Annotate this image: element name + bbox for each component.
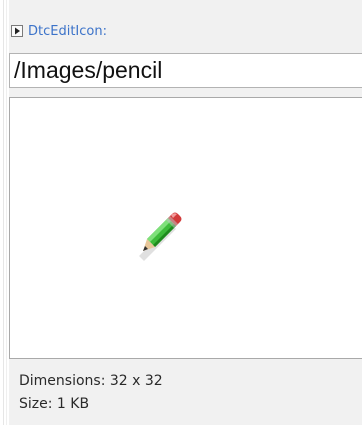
expand-triangle-icon[interactable] [11,25,23,37]
image-info: Dimensions: 32 x 32 Size: 1 KB [19,370,163,416]
property-name: DtcEditIcon: [28,23,107,39]
left-border-line-inner [6,0,7,425]
dimensions-label: Dimensions: 32 x 32 [19,373,163,389]
image-preview-area [9,97,362,359]
size-label: Size: 1 KB [19,396,90,412]
left-border-line [3,0,4,425]
property-value-field[interactable]: /Images/pencil [9,53,362,88]
pencil-icon [139,212,182,261]
property-panel: DtcEditIcon: /Images/pencil Dimensions: … [9,0,362,425]
property-header[interactable]: DtcEditIcon: [11,22,107,40]
